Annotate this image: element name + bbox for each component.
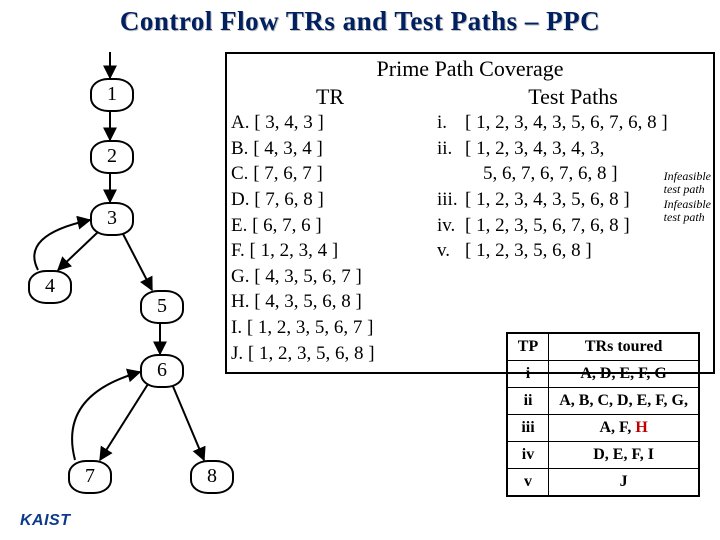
tours-head-tp: TP bbox=[507, 333, 549, 361]
tours-head-trs: TRs toured bbox=[549, 333, 699, 361]
tr-D: [ 7, 6, 8 ] bbox=[254, 189, 324, 210]
kaist-logo: KAIST bbox=[20, 512, 71, 530]
tours-trs-i: A, D, E, F, G bbox=[549, 361, 699, 388]
tr-F: [ 1, 2, 3, 4 ] bbox=[250, 240, 339, 261]
table-row: iii A, F, H bbox=[507, 415, 699, 442]
infeasible-note-iii: Infeasibletest path bbox=[664, 170, 711, 195]
tr-A: [ 3, 4, 3 ] bbox=[254, 112, 324, 133]
node-6: 6 bbox=[140, 354, 184, 388]
tours-tp-iii: iii bbox=[507, 415, 549, 442]
tours-table: TP TRs toured i A, D, E, F, G ii A, B, C… bbox=[506, 332, 700, 497]
ppc-heading: Prime Path Coverage bbox=[231, 56, 709, 82]
node-3: 3 bbox=[90, 202, 134, 236]
node-2: 2 bbox=[90, 140, 134, 174]
tours-trs-iii: A, F, H bbox=[549, 415, 699, 442]
tours-tp-ii: ii bbox=[507, 388, 549, 415]
page-title: Control Flow TRs and Test Paths – PPC bbox=[0, 6, 720, 37]
node-7: 7 bbox=[68, 460, 112, 494]
tp-ii-a: [ 1, 2, 3, 4, 3, 4, 3, bbox=[465, 136, 709, 162]
tours-trs-ii: A, B, C, D, E, F, G, bbox=[549, 388, 699, 415]
table-row: v J bbox=[507, 469, 699, 497]
tr-H: [ 4, 3, 5, 6, 8 ] bbox=[254, 291, 362, 312]
tr-E: [ 6, 7, 6 ] bbox=[252, 215, 322, 236]
tours-tp-i: i bbox=[507, 361, 549, 388]
tr-G: [ 4, 3, 5, 6, 7 ] bbox=[254, 266, 362, 287]
table-row: ii A, B, C, D, E, F, G, bbox=[507, 388, 699, 415]
tours-trs-iv: D, E, F, I bbox=[549, 442, 699, 469]
tr-list: A. [ 3, 4, 3 ] B. [ 4, 3, 4 ] C. [ 7, 6,… bbox=[231, 110, 429, 366]
node-5: 5 bbox=[140, 290, 184, 324]
tp-column-head: Test Paths bbox=[437, 84, 709, 110]
table-row: i A, D, E, F, G bbox=[507, 361, 699, 388]
ppc-box: Prime Path Coverage TR A. [ 3, 4, 3 ] B.… bbox=[225, 52, 715, 374]
tp-v: [ 1, 2, 3, 5, 6, 8 ] bbox=[465, 238, 709, 264]
tours-tp-v: v bbox=[507, 469, 549, 497]
tr-column-head: TR bbox=[231, 84, 429, 110]
node-8: 8 bbox=[190, 460, 234, 494]
table-row: iv D, E, F, I bbox=[507, 442, 699, 469]
tours-trs-v: J bbox=[549, 469, 699, 497]
tr-J: [ 1, 2, 3, 5, 6, 8 ] bbox=[248, 343, 375, 364]
node-4: 4 bbox=[28, 270, 72, 304]
tp-i: [ 1, 2, 3, 4, 3, 5, 6, 7, 6, 8 ] bbox=[465, 110, 709, 136]
cfg-graph: 1 2 3 4 5 6 7 8 bbox=[0, 60, 220, 530]
infeasible-note-iv: Infeasibletest path bbox=[664, 198, 711, 223]
tr-I: [ 1, 2, 3, 5, 6, 7 ] bbox=[247, 317, 374, 338]
node-1: 1 bbox=[90, 78, 134, 112]
tours-tp-iv: iv bbox=[507, 442, 549, 469]
tr-C: [ 7, 6, 7 ] bbox=[253, 163, 323, 184]
tr-B: [ 4, 3, 4 ] bbox=[253, 138, 323, 159]
